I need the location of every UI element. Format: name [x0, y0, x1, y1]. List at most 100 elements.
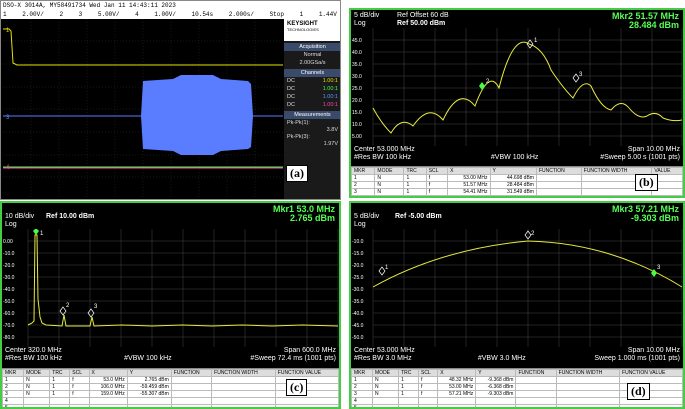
cell [49, 397, 71, 405]
cell [170, 390, 213, 398]
table-header-row: MKR MODE TRC SCL X Y FUNCTION FUNCTION WIDTH VAL… [351, 167, 683, 175]
y-tick: 30.0 [352, 74, 362, 80]
channel-row[interactable]: DC 1.00:1 [284, 101, 340, 109]
cell: f [69, 390, 90, 398]
y-tick: 20.0 [352, 98, 362, 104]
col-header: FUNCTION WIDTH [555, 369, 621, 377]
cell [515, 376, 557, 384]
toolbar-item[interactable]: 1.00V/ [154, 11, 176, 18]
cell: 2.765 dBm [126, 376, 172, 384]
cell [69, 397, 90, 405]
toolbar-item[interactable]: 2 [59, 11, 63, 18]
ch3-burst [141, 75, 253, 155]
cell: 106.0 MHz [88, 383, 128, 391]
span-freq: Span 10.00 MHz [627, 347, 680, 354]
ref-info: Ref Offset 60 dB Ref 50.00 dBm [397, 12, 449, 28]
y-tick: -35.0 [352, 299, 364, 305]
spectrum-panel-d: 5 dB/div Log Ref -5.00 dBm Mkr3 57.21 MH… [349, 201, 685, 409]
cell: 3 [2, 390, 25, 398]
toolbar-item[interactable]: 10.54s [192, 11, 214, 18]
cell [126, 397, 172, 405]
cell [23, 397, 51, 405]
coupling: DC [287, 94, 295, 100]
cell [475, 397, 517, 405]
cell: 3 [351, 188, 376, 196]
cell [515, 390, 557, 398]
svg-text:3: 3 [579, 72, 583, 78]
channel-row[interactable]: DC 1.00:1 [284, 77, 340, 85]
measurements-header[interactable]: Measurements [284, 111, 340, 119]
cell: 53.0 MHz [88, 376, 128, 384]
y-tick: 0.00 [3, 239, 13, 245]
toolbar-item[interactable]: 1.44V [319, 11, 337, 18]
cell [126, 404, 172, 407]
toolbar-item[interactable]: 3 [79, 11, 83, 18]
cell: f [425, 188, 449, 196]
meas-label: Pk-Pk(3): [287, 134, 310, 140]
col-header: MKR [2, 369, 25, 377]
cell: 1 [2, 376, 25, 384]
cell: 5 [2, 404, 25, 407]
cell: 2 [351, 181, 376, 189]
toolbar-item[interactable]: 5.00V/ [98, 11, 120, 18]
res-bw: #Res BW 100 kHz [5, 355, 63, 362]
cell: 5 [351, 404, 374, 407]
cell [535, 181, 582, 189]
cell [211, 397, 276, 405]
cell: 28.484 dBm [489, 181, 537, 189]
acq-rate: 2.00GSa/s [299, 60, 326, 66]
toolbar-item[interactable]: Stop [270, 11, 284, 18]
y-tick: 40.0 [352, 50, 362, 56]
cell [437, 404, 477, 407]
table-row[interactable]: 2 N 1 f 51.57 MHz 28.484 dBm [351, 181, 683, 189]
cell: N [23, 376, 51, 384]
col-header: Y [126, 369, 172, 377]
table-row[interactable]: 5 [2, 404, 339, 407]
cell [274, 404, 339, 407]
channel-row[interactable]: DC 1.00:1 [284, 93, 340, 101]
y-tick: -20.0 [352, 263, 364, 269]
svg-text:1: 1 [40, 231, 44, 237]
col-header: Y [475, 369, 517, 377]
svg-text:2: 2 [66, 303, 70, 309]
cell: 1 [403, 181, 427, 189]
table-row[interactable]: 5 [351, 404, 683, 407]
table-row[interactable]: 1 N 1 f 53.00 MHz 44.698 dBm [351, 174, 683, 182]
cell [555, 376, 621, 384]
cell [211, 404, 276, 407]
channels-header[interactable]: Channels [284, 69, 340, 77]
cell: 54.41 MHz [447, 188, 491, 196]
sweep-time: Sweep 1.000 ms (1001 pts) [594, 355, 680, 362]
res-bw: #Res BW 3.0 MHz [354, 355, 412, 362]
y-tick: 25.0 [352, 86, 362, 92]
col-header: SCL [417, 369, 439, 377]
toolbar-item[interactable]: 4 [135, 11, 139, 18]
acquisition-header[interactable]: Acquisition [284, 43, 340, 51]
cell [417, 404, 439, 407]
marker-value: 2.765 dBm [289, 213, 335, 223]
sweep-footer: Center 320.0 MHz Span 600.0 MHz #Res BW 1… [5, 347, 336, 363]
center-freq: Center 53.000 MHz [354, 146, 415, 153]
toolbar-item[interactable]: 2.000s/ [229, 11, 254, 18]
cell: 1 [351, 376, 374, 384]
toolbar-item[interactable]: 1 [3, 11, 7, 18]
col-header: SCL [425, 167, 449, 175]
scale-label: 5 dB/div [354, 12, 380, 19]
toolbar-item[interactable]: 2.00V/ [22, 11, 44, 18]
cell: 51.57 MHz [447, 181, 491, 189]
panel-label-d: (d) [627, 383, 650, 400]
scale-label: 5 dB/div [354, 213, 380, 220]
cell: 2 [351, 383, 374, 391]
cell [555, 404, 621, 407]
channel-row[interactable]: DC 1.00:1 [284, 85, 340, 93]
cell: f [425, 181, 449, 189]
cell [170, 376, 213, 384]
y-tick: 5.00 [352, 134, 362, 140]
y-tick: -40.0 [352, 311, 364, 317]
toolbar-item[interactable]: 1 [300, 11, 304, 18]
table-row[interactable]: 4 [2, 397, 339, 405]
y-tick: -60.0 [3, 311, 15, 317]
center-freq: Center 320.0 MHz [5, 347, 62, 354]
table-row[interactable]: 3 N 1 f 54.41 MHz 31.549 dBm [351, 188, 683, 196]
col-header: MKR [351, 369, 374, 377]
